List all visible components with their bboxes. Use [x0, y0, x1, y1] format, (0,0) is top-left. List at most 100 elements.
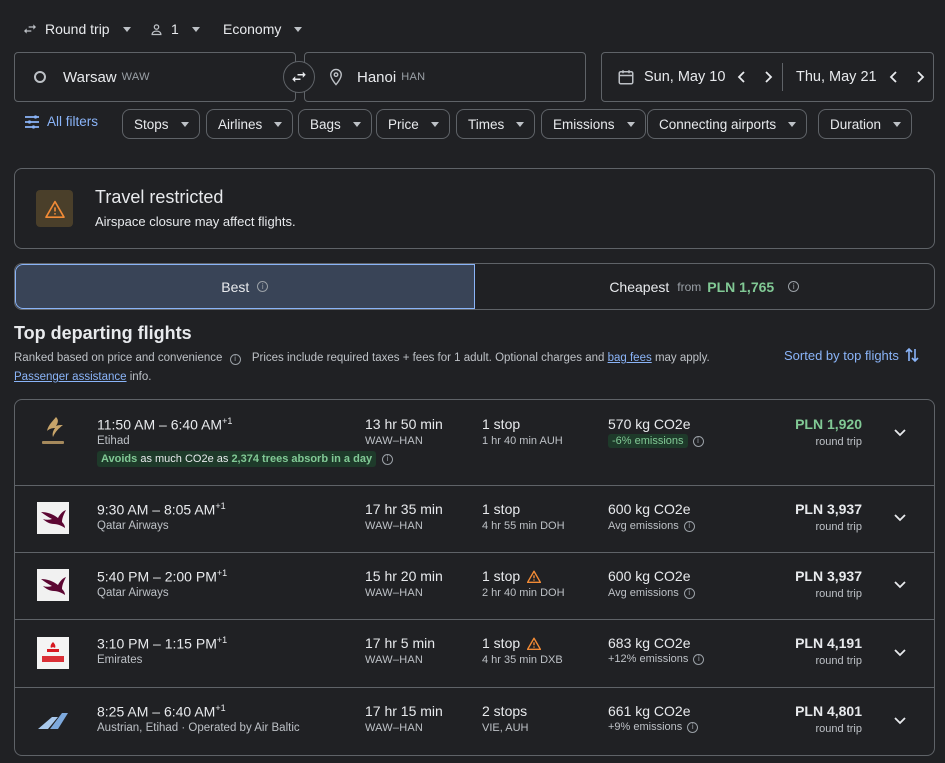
expand-chevron-icon[interactable] — [890, 423, 910, 443]
swap-arrows-icon — [22, 21, 38, 37]
flight-duration: 13 hr 50 min — [365, 416, 443, 432]
flight-row[interactable]: 5:40 PM – 2:00 PM+1 Qatar Airways 15 hr … — [15, 553, 934, 620]
caret-down-icon — [294, 26, 303, 32]
qatar-logo — [36, 568, 70, 602]
caret-down-icon — [122, 26, 131, 32]
banner-title: Travel restricted — [95, 187, 224, 207]
flight-price: PLN 3,937 — [795, 568, 862, 584]
chip-label: Connecting airports — [659, 116, 777, 132]
filter-stops[interactable]: Stops — [122, 109, 200, 139]
passengers-count: 1 — [171, 21, 179, 37]
flight-row[interactable]: 9:30 AM – 8:05 AM+1 Qatar Airways 17 hr … — [15, 486, 934, 553]
arrival-time: 2:00 PM — [164, 568, 217, 585]
expand-chevron-icon[interactable] — [890, 575, 910, 595]
flight-route: WAW–HAN — [365, 654, 424, 666]
filter-connecting-airports[interactable]: Connecting airports — [647, 109, 808, 139]
tab-cheapest-label: Cheapest — [609, 278, 670, 295]
filter-times[interactable]: Times — [456, 109, 536, 139]
flight-duration: 17 hr 5 min — [365, 635, 436, 651]
filter-airlines[interactable]: Airlines — [206, 109, 294, 139]
info-icon[interactable]: i — [229, 353, 241, 365]
flight-list: 11:50 AM – 6:40 AM+1 Etihad Avoids as mu… — [14, 399, 935, 756]
origin-city: Warsaw — [63, 68, 117, 86]
sorted-by-button[interactable]: Sorted by top flights — [784, 347, 919, 363]
tab-cheapest[interactable]: Cheapest from PLN 1,765 i — [475, 264, 935, 309]
tab-best-label: Best — [221, 278, 250, 295]
eco-mid: as much CO2e as — [140, 453, 229, 465]
passengers-select[interactable]: 1 — [149, 18, 200, 40]
destination-city: Hanoi — [357, 68, 397, 86]
filter-price[interactable]: Price — [376, 109, 450, 139]
eco-lead: Avoids — [101, 453, 138, 465]
depart-prev-icon[interactable] — [732, 67, 752, 87]
expand-chevron-icon[interactable] — [890, 711, 910, 731]
passenger-assistance-link[interactable]: Passenger assistance — [14, 371, 127, 383]
flight-times: 11:50 AM – 6:40 AM+1 — [97, 416, 233, 433]
info-icon[interactable]: i — [683, 520, 695, 532]
layover-info: 2 hr 40 min DOH — [482, 587, 565, 599]
info-icon[interactable]: i — [257, 281, 269, 292]
flight-route: WAW–HAN — [365, 435, 424, 447]
chip-label: Stops — [134, 116, 169, 132]
origin-code: WAW — [121, 71, 150, 83]
flight-stops: 1 stop — [482, 635, 542, 651]
co2-amount: 661 kg CO2e — [608, 703, 691, 719]
eco-badge: Avoids as much CO2e as 2,374 trees absor… — [97, 451, 377, 467]
austrian-logo — [36, 704, 70, 738]
stops-label: 1 stop — [482, 416, 521, 432]
info-icon[interactable]: i — [382, 453, 394, 465]
origin-field[interactable]: Warsaw WAW — [14, 52, 296, 102]
flight-times: 9:30 AM – 8:05 AM+1 — [97, 501, 226, 518]
depart-next-icon[interactable] — [758, 67, 778, 87]
flight-price: PLN 4,191 — [795, 635, 862, 651]
stops-label: 2 stops — [482, 703, 528, 719]
filter-bags[interactable]: Bags — [298, 109, 372, 139]
stops-label: 1 stop — [482, 501, 521, 517]
filter-emissions[interactable]: Emissions — [541, 109, 646, 139]
arrival-time: 6:40 AM — [163, 703, 216, 720]
flight-row[interactable]: 8:25 AM – 6:40 AM+1 Austrian, Etihad · O… — [15, 688, 934, 755]
day-offset: +1 — [215, 501, 226, 511]
all-filters-label: All filters — [47, 114, 99, 129]
departure-time: 11:50 AM — [97, 416, 156, 433]
co2-amount: 683 kg CO2e — [608, 635, 691, 651]
cabin-class-select[interactable]: Economy — [223, 18, 303, 40]
swap-button[interactable] — [283, 61, 315, 93]
chip-label: Emissions — [553, 116, 615, 132]
airline-name: Qatar Airways — [97, 520, 169, 532]
flight-row[interactable]: 3:10 PM – 1:15 PM+1 Emirates 17 hr 5 min… — [15, 620, 934, 688]
flight-stops: 2 stops — [482, 703, 527, 719]
trip-type-select[interactable]: Round trip — [22, 18, 131, 40]
return-prev-icon[interactable] — [884, 67, 904, 87]
bag-fees-link[interactable]: bag fees — [608, 352, 652, 364]
filter-duration[interactable]: Duration — [818, 109, 913, 139]
depart-date[interactable]: Sun, May 10 — [644, 69, 725, 85]
layover-info: 4 hr 55 min DOH — [482, 520, 565, 532]
emissions-label: +12% emissions — [608, 653, 689, 665]
banner-subtitle: Airspace closure may affect flights. — [95, 214, 296, 229]
tab-best[interactable]: Best i — [15, 264, 475, 309]
info-icon[interactable]: i — [683, 587, 695, 599]
info-icon[interactable]: i — [692, 435, 704, 447]
info-icon[interactable]: i — [687, 721, 699, 733]
return-date[interactable]: Thu, May 21 — [796, 69, 877, 85]
caret-down-icon — [893, 121, 902, 127]
expand-chevron-icon[interactable] — [890, 508, 910, 528]
emissions-label: Avg emissions — [608, 520, 679, 532]
chip-label: Duration — [830, 116, 882, 132]
all-filters-button[interactable]: All filters — [24, 114, 98, 129]
info-icon[interactable]: i — [693, 653, 705, 665]
flight-times: 5:40 PM – 2:00 PM+1 — [97, 568, 228, 585]
airline-name: Qatar Airways — [97, 587, 169, 599]
flight-stops: 1 stop — [482, 568, 542, 584]
flight-row[interactable]: 11:50 AM – 6:40 AM+1 Etihad Avoids as mu… — [15, 400, 934, 486]
destination-field[interactable]: Hanoi HAN — [304, 52, 586, 102]
chip-label: Price — [388, 116, 419, 132]
flight-duration: 15 hr 20 min — [365, 568, 443, 584]
info-icon[interactable]: i — [788, 281, 800, 292]
warning-icon — [527, 637, 542, 650]
caret-down-icon — [352, 121, 361, 127]
return-next-icon[interactable] — [910, 67, 930, 87]
price-note: round trip — [815, 723, 862, 735]
expand-chevron-icon[interactable] — [890, 643, 910, 663]
